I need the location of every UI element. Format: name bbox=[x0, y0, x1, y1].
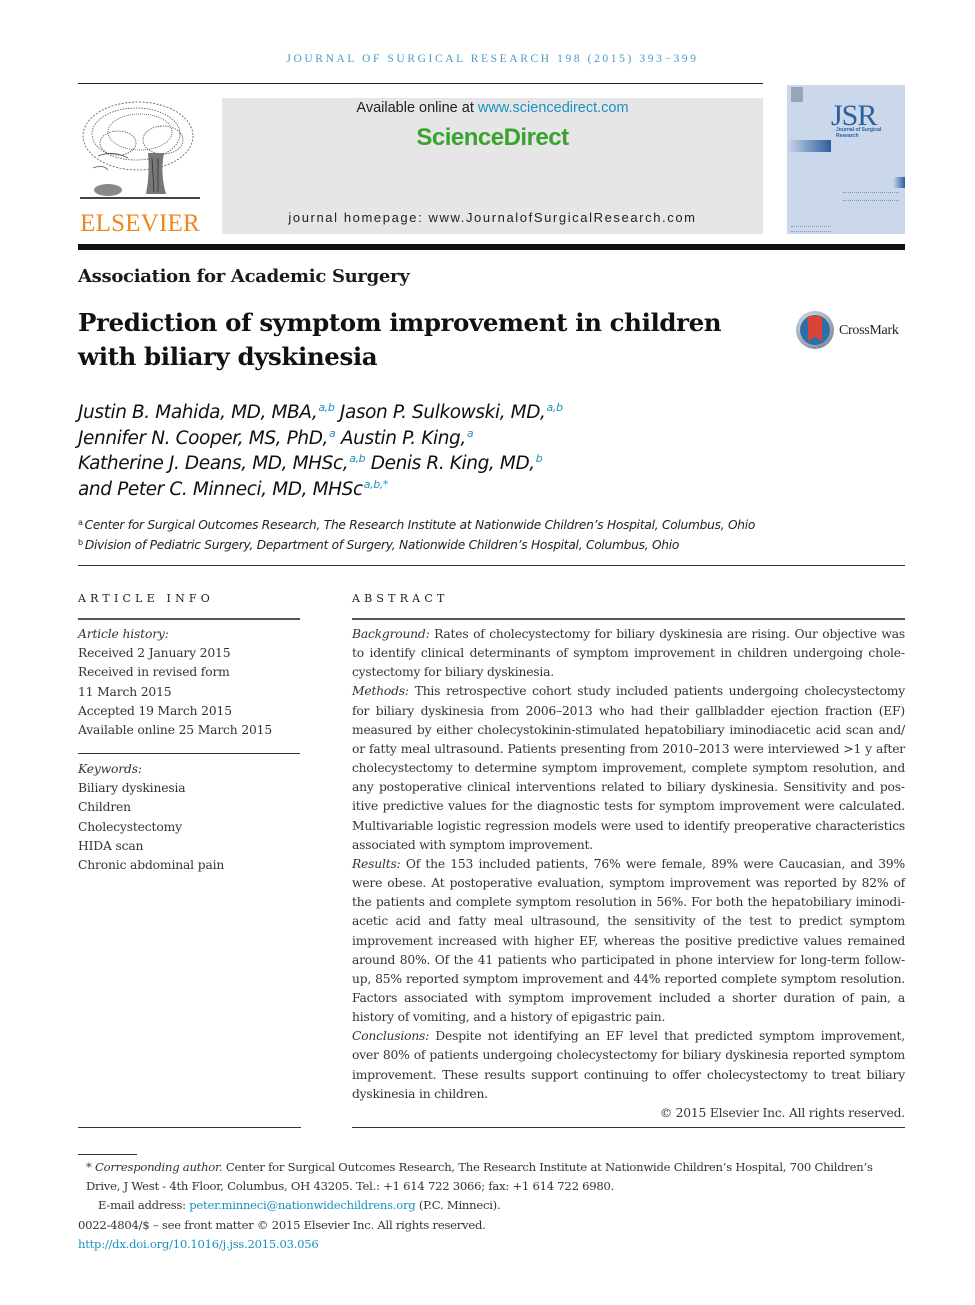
article-history: Article history: Received 2 January 2015… bbox=[78, 625, 308, 740]
cover-fine-print bbox=[843, 192, 899, 201]
crossmark-label: CrossMark bbox=[839, 323, 899, 338]
sciencedirect-banner: Available online at www.sciencedirect.co… bbox=[222, 98, 763, 234]
abstract-body: Background: Rates of cholecystectomy for… bbox=[352, 625, 905, 1123]
abstract-background: Background: Rates of cholecystectomy for… bbox=[352, 627, 905, 680]
affiliation-mark[interactable]: a bbox=[467, 427, 474, 440]
history-item: Accepted 19 March 2015 bbox=[78, 703, 232, 718]
running-head: JOURNAL OF SURGICAL RESEARCH 198 (2015) … bbox=[286, 53, 699, 65]
affiliations: a Center for Surgical Outcomes Research, … bbox=[78, 515, 908, 555]
divider bbox=[78, 618, 300, 620]
keywords: Keywords: Biliary dyskinesia Children Ch… bbox=[78, 760, 308, 875]
available-online: Available online at www.sciencedirect.co… bbox=[222, 100, 763, 116]
elsevier-tree-icon bbox=[80, 101, 200, 199]
keyword: Children bbox=[78, 800, 131, 815]
abstract-heading: ABSTRACT bbox=[352, 592, 449, 605]
history-item: Received 2 January 2015 bbox=[78, 646, 231, 661]
abstract-results: Results: Of the 153 included patients, 7… bbox=[352, 856, 905, 1025]
divider bbox=[352, 618, 905, 620]
cover-elsevier-icon bbox=[791, 87, 803, 102]
email-note: E-mail address: peter.minneci@nationwide… bbox=[98, 1198, 501, 1213]
article-history-label: Article history: bbox=[78, 627, 169, 641]
affiliation-mark[interactable]: a,b bbox=[547, 401, 563, 414]
divider bbox=[78, 1127, 301, 1128]
keywords-label: Keywords: bbox=[78, 762, 142, 776]
keyword: Chronic abdominal pain bbox=[78, 858, 225, 873]
sciencedirect-logo[interactable]: ScienceDirect bbox=[222, 124, 763, 152]
author-list: Justin B. Mahida, MD, MBA,a,b Jason P. S… bbox=[78, 400, 698, 502]
header-rule bbox=[78, 83, 763, 84]
history-item: 11 March 2015 bbox=[78, 684, 172, 699]
divider bbox=[78, 753, 300, 754]
affiliation: b Division of Pediatric Surgery, Departme… bbox=[78, 538, 680, 552]
email-link[interactable]: peter.minneci@nationwidechildrens.org bbox=[189, 1198, 415, 1212]
affiliation: a Center for Surgical Outcomes Research, … bbox=[78, 518, 756, 532]
cover-subtitle: Journal of Surgical Research bbox=[836, 127, 882, 139]
author[interactable]: Jennifer N. Cooper, MS, PhD,a bbox=[78, 427, 336, 449]
available-online-prefix: Available online at bbox=[356, 100, 478, 116]
divider bbox=[352, 1127, 905, 1128]
abstract-copyright: © 2015 Elsevier Inc. All rights reserved… bbox=[659, 1105, 905, 1120]
abstract-methods: Methods: This retrospective cohort study… bbox=[352, 684, 905, 852]
sciencedirect-link[interactable]: www.sciencedirect.com bbox=[478, 100, 629, 116]
history-item: Received in revised form bbox=[78, 665, 230, 680]
corresponding-author-note: * Corresponding author. Center for Surgi… bbox=[86, 1160, 873, 1194]
cover-fine-print bbox=[791, 226, 831, 232]
footnote-rule bbox=[78, 1154, 137, 1155]
affiliation-mark[interactable]: a,b bbox=[318, 401, 334, 414]
crossmark-button[interactable]: CrossMark bbox=[796, 311, 908, 357]
doi-link[interactable]: http://dx.doi.org/10.1016/j.jss.2015.03.… bbox=[78, 1235, 908, 1254]
footnotes: * Corresponding author. Center for Surgi… bbox=[78, 1158, 908, 1254]
elsevier-wordmark: ELSEVIER bbox=[80, 210, 200, 237]
abstract-conclusions: Conclusions: Despite not identifying an … bbox=[352, 1029, 905, 1101]
author[interactable]: Denis R. King, MD,b bbox=[371, 453, 543, 474]
article-title: Prediction of symptom improvement in chi… bbox=[78, 308, 722, 371]
divider bbox=[78, 565, 905, 566]
author[interactable]: Austin P. King,a bbox=[341, 427, 474, 449]
affiliation-mark[interactable]: b bbox=[536, 452, 543, 465]
affiliation-mark[interactable]: a,b,* bbox=[364, 478, 389, 491]
front-matter: 0022-4804/$ – see front matter © 2015 El… bbox=[78, 1217, 486, 1232]
author[interactable]: and Peter C. Minneci, MD, MHSca,b,* bbox=[78, 479, 388, 500]
section-label: Association for Academic Surgery bbox=[78, 266, 410, 287]
author[interactable]: Jason P. Sulkowski, MD,a,b bbox=[340, 402, 563, 423]
keyword: Biliary dyskinesia bbox=[78, 781, 186, 796]
affiliation-mark[interactable]: a bbox=[329, 427, 336, 440]
author[interactable]: Katherine J. Deans, MD, MHSc,a,b bbox=[78, 452, 366, 474]
article-info-heading: ARTICLE INFO bbox=[78, 592, 214, 605]
history-item: Available online 25 March 2015 bbox=[78, 723, 273, 738]
cover-decor-bar bbox=[787, 140, 831, 152]
journal-cover-image[interactable]: JSR Journal of Surgical Research bbox=[787, 85, 905, 234]
journal-homepage-link[interactable]: journal homepage: www.JournalofSurgicalR… bbox=[222, 210, 763, 225]
header-thick-rule bbox=[78, 244, 905, 250]
keyword: HIDA scan bbox=[78, 838, 144, 853]
affiliation-mark[interactable]: a,b bbox=[349, 452, 365, 465]
elsevier-logo[interactable]: ELSEVIER bbox=[78, 98, 202, 237]
keyword: Cholecystectomy bbox=[78, 819, 182, 834]
cover-decor-bar bbox=[893, 177, 905, 188]
author[interactable]: Justin B. Mahida, MD, MBA,a,b bbox=[78, 401, 335, 423]
